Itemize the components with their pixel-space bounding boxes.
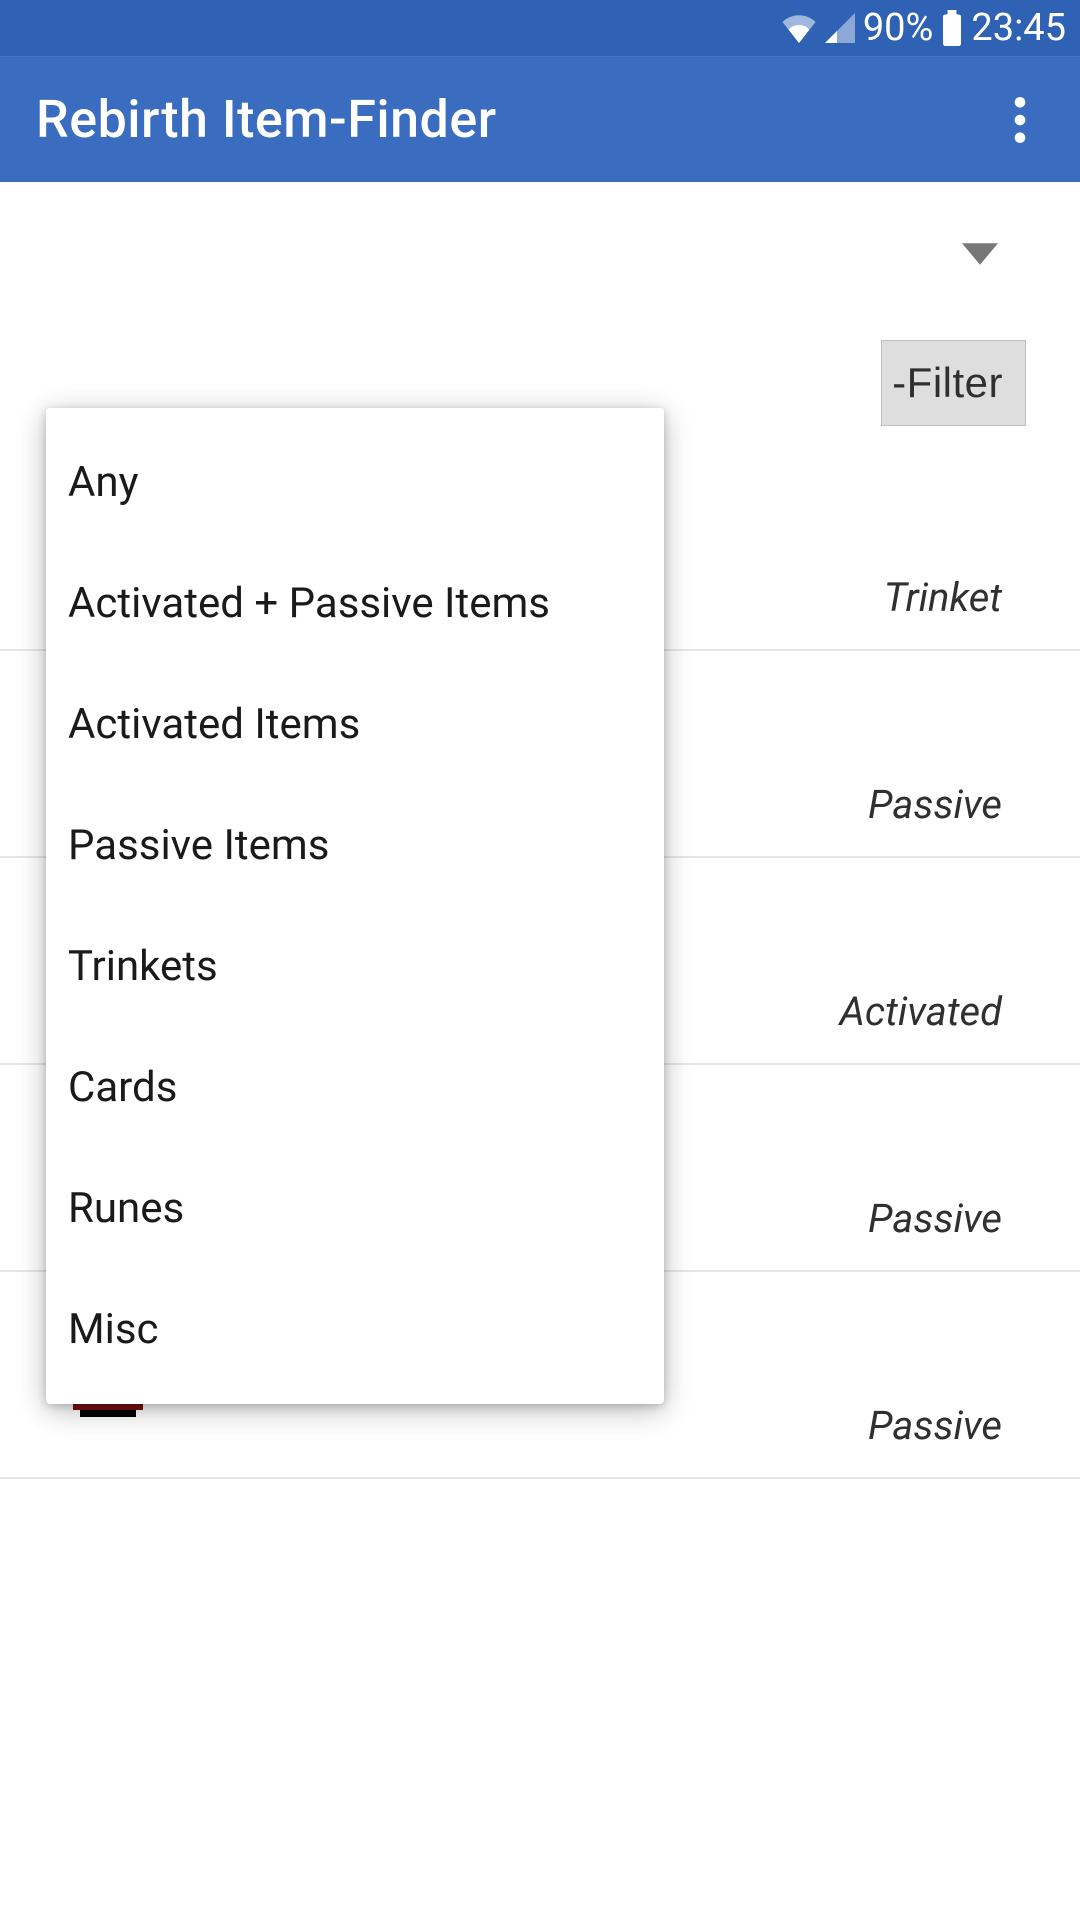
- dropdown-option-passive[interactable]: Passive Items: [46, 785, 664, 906]
- chevron-down-icon: [962, 242, 998, 266]
- dropdown-option-any[interactable]: Any: [46, 422, 664, 543]
- wifi-icon: [781, 13, 817, 43]
- app-bar: Rebirth Item-Finder: [0, 56, 1080, 182]
- dropdown-option-runes[interactable]: Runes: [46, 1148, 664, 1269]
- item-type: Activated: [840, 988, 1003, 1035]
- signal-icon: [825, 13, 855, 43]
- dropdown-option-trinkets[interactable]: Trinkets: [46, 906, 664, 1027]
- item-type: Passive: [868, 1402, 1002, 1449]
- item-type: Passive: [868, 781, 1002, 828]
- dropdown-option-misc[interactable]: Misc: [46, 1269, 664, 1390]
- dropdown-option-cards[interactable]: Cards: [46, 1027, 664, 1148]
- overflow-menu-button[interactable]: [996, 96, 1044, 144]
- dropdown-option-activated-passive[interactable]: Activated + Passive Items: [46, 543, 664, 664]
- item-type: Passive: [868, 1195, 1002, 1242]
- battery-icon: [941, 10, 963, 46]
- clock: 23:45: [971, 6, 1066, 50]
- type-filter-dropdown: Any Activated + Passive Items Activated …: [46, 408, 664, 1404]
- item-type: Trinket: [884, 574, 1002, 621]
- spinner-caret[interactable]: [962, 242, 998, 270]
- more-vert-icon: [1014, 97, 1026, 143]
- filter-button[interactable]: -Filter: [881, 340, 1026, 426]
- dropdown-option-activated[interactable]: Activated Items: [46, 664, 664, 785]
- battery-percent: 90%: [863, 6, 934, 50]
- app-title: Rebirth Item-Finder: [36, 89, 497, 150]
- status-bar: 90% 23:45: [0, 0, 1080, 56]
